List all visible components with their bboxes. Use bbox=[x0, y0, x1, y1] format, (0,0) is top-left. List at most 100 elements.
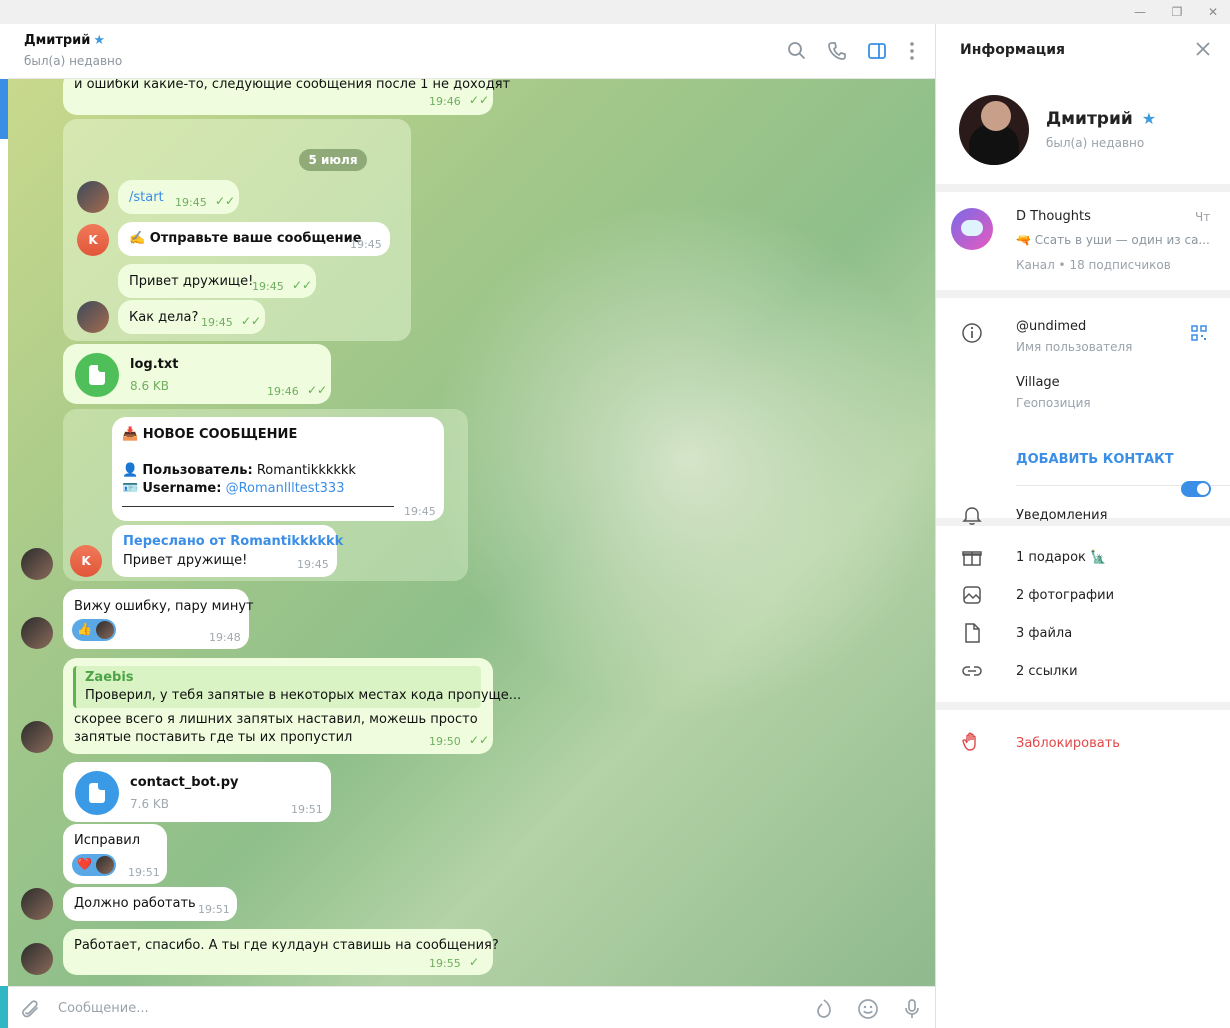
premium-star-icon: ★ bbox=[93, 33, 106, 48]
message-text: Привет дружище! bbox=[129, 274, 254, 289]
block-button[interactable]: Заблокировать bbox=[1016, 736, 1120, 751]
close-icon[interactable] bbox=[1192, 38, 1214, 60]
gift-icon bbox=[962, 551, 982, 566]
message-outgoing[interactable]: и ошибки какие-то, следующие сообщения п… bbox=[63, 79, 510, 115]
forwarded-from[interactable]: Переслано от Romantikkkkkk bbox=[123, 534, 343, 549]
reaction-chip[interactable]: ❤️ bbox=[72, 854, 116, 876]
reply-quote[interactable]: Zaebis Проверил, у тебя запятые в некото… bbox=[73, 666, 521, 708]
avatar-dmitry[interactable] bbox=[21, 888, 53, 920]
emoji-icon[interactable] bbox=[856, 997, 880, 1021]
close-window-icon[interactable]: ✕ bbox=[1200, 3, 1226, 21]
message-text: Вижу ошибку, пару минут bbox=[74, 599, 254, 614]
channel-section[interactable]: D Thoughts Чт 🔫 Ссать в уши — один из са… bbox=[936, 192, 1230, 290]
sent-check-icon: ✓ bbox=[469, 955, 480, 969]
user-label: Пользователь: bbox=[142, 463, 253, 478]
message-outgoing[interactable]: /start 19:45 ✓✓ bbox=[118, 180, 239, 214]
search-icon[interactable] bbox=[784, 38, 810, 64]
file-message[interactable]: contact_bot.py 7.6 KB 19:51 bbox=[63, 762, 331, 822]
channel-subscribers: Канал • 18 подписчиков bbox=[1016, 258, 1171, 272]
wallpaper-glow bbox=[428, 199, 935, 719]
channel-avatar[interactable] bbox=[951, 208, 993, 250]
bell-icon bbox=[962, 507, 982, 525]
media-section: 1 подарок 🗽 2 фотографии 3 файла 2 ссылк… bbox=[936, 526, 1230, 702]
forwarded-message[interactable]: Переслано от Romantikkkkkk Привет дружищ… bbox=[112, 525, 343, 577]
media-links[interactable]: 2 ссылки bbox=[1016, 664, 1078, 679]
user-icon: 👤 bbox=[122, 463, 139, 478]
message-text: Привет дружище! bbox=[123, 553, 248, 568]
reply-message[interactable]: Zaebis Проверил, у тебя запятые в некото… bbox=[63, 658, 521, 754]
sidebar-toggle-icon[interactable] bbox=[864, 38, 890, 64]
username-link[interactable]: @Romanllltest333 bbox=[226, 481, 345, 496]
avatar-dmitry[interactable] bbox=[21, 548, 53, 580]
message-input[interactable]: Сообщение... bbox=[58, 1001, 149, 1016]
message-text-line1: скорее всего я лишних запятых наставил, … bbox=[74, 712, 478, 727]
profile-section: Информация Дмитрий ★ был(а) недавно bbox=[936, 24, 1230, 184]
reaction-chip[interactable]: 👍 bbox=[72, 619, 116, 641]
qr-code-icon[interactable] bbox=[1190, 324, 1208, 342]
message-text: Как дела? bbox=[129, 310, 199, 325]
statue-icon: 🗽 bbox=[1090, 550, 1107, 565]
media-photos[interactable]: 2 фотографии bbox=[1016, 588, 1114, 603]
message-outgoing[interactable]: Как дела? 19:45 ✓✓ bbox=[118, 300, 265, 334]
avatar-dmitry[interactable] bbox=[21, 943, 53, 975]
message-outgoing[interactable]: Привет дружище! 19:45 ✓✓ bbox=[118, 264, 316, 298]
message-incoming[interactable]: 📥 НОВОЕ СООБЩЕНИЕ 👤 Пользователь: Romant… bbox=[112, 417, 444, 521]
location-value: Village bbox=[1016, 375, 1060, 390]
username-link[interactable]: @undimed bbox=[1016, 319, 1086, 334]
avatar-bot[interactable]: K bbox=[77, 224, 109, 256]
message-incoming[interactable]: Должно работать 19:51 bbox=[63, 887, 237, 921]
chat-title[interactable]: Дмитрий ★ bbox=[24, 33, 105, 48]
avatar-dmitry[interactable] bbox=[77, 301, 109, 333]
message-text: Должно работать bbox=[74, 896, 196, 911]
message-incoming[interactable]: ✍️ Отправьте ваше сообщение 19:45 bbox=[118, 222, 390, 256]
message-time: 19:46 bbox=[267, 385, 299, 398]
file-icon[interactable] bbox=[75, 353, 119, 397]
notifications-toggle[interactable] bbox=[1181, 481, 1211, 497]
message-title: 📥 НОВОЕ СООБЩЕНИЕ bbox=[122, 427, 297, 442]
file-icon[interactable] bbox=[75, 771, 119, 815]
info-panel: Информация Дмитрий ★ был(а) недавно D Th… bbox=[935, 24, 1230, 1028]
profile-avatar[interactable] bbox=[959, 95, 1029, 165]
message-incoming[interactable]: Исправил ❤️ 19:51 bbox=[63, 824, 167, 884]
command-link[interactable]: /start bbox=[129, 190, 164, 205]
message-time: 19:51 bbox=[128, 866, 160, 879]
chat-area[interactable]: и ошибки какие-то, следующие сообщения п… bbox=[8, 79, 935, 986]
read-checks-icon: ✓✓ bbox=[469, 733, 490, 747]
file-message[interactable]: log.txt 8.6 KB 19:46 ✓✓ bbox=[63, 344, 331, 404]
channel-preview: 🔫 Ссать в уши — один из са... bbox=[1016, 233, 1210, 247]
read-checks-icon: ✓✓ bbox=[215, 194, 236, 208]
media-files[interactable]: 3 файла bbox=[1016, 626, 1072, 641]
reaction-avatar bbox=[96, 621, 114, 639]
file-size: 7.6 KB bbox=[130, 797, 169, 811]
username-line: 🪪 Username: @Romanllltest333 bbox=[122, 481, 344, 496]
message-title-text: НОВОЕ СООБЩЕНИЕ bbox=[142, 427, 298, 442]
more-icon[interactable] bbox=[899, 38, 925, 64]
timer-icon[interactable] bbox=[812, 997, 836, 1021]
chat-title-text[interactable]: Дмитрий bbox=[24, 33, 90, 48]
microphone-icon[interactable] bbox=[900, 997, 924, 1021]
message-outgoing[interactable]: Работает, спасибо. А ты где кулдаун став… bbox=[63, 929, 499, 975]
restore-icon[interactable]: ❐ bbox=[1164, 3, 1190, 21]
message-time: 19:45 bbox=[297, 558, 329, 571]
phone-icon[interactable] bbox=[824, 38, 850, 64]
gifts-label: 1 подарок bbox=[1016, 550, 1086, 565]
read-checks-icon: ✓✓ bbox=[307, 383, 328, 397]
avatar-dmitry[interactable] bbox=[77, 181, 109, 213]
avatar-dmitry[interactable] bbox=[21, 721, 53, 753]
block-hand-icon bbox=[962, 732, 976, 751]
minimize-icon[interactable]: — bbox=[1127, 3, 1153, 21]
message-text: Исправил bbox=[74, 833, 141, 848]
file-name: log.txt bbox=[130, 357, 179, 372]
avatar-bot[interactable]: K bbox=[70, 545, 102, 577]
quote-author: Zaebis bbox=[85, 670, 134, 685]
message-incoming[interactable]: Вижу ошибку, пару минут 👍 19:48 bbox=[63, 589, 254, 649]
avatar-dmitry[interactable] bbox=[21, 617, 53, 649]
add-contact-button[interactable]: ДОБАВИТЬ КОНТАКТ bbox=[1016, 452, 1174, 467]
user-line: 👤 Пользователь: Romantikkkkkk bbox=[122, 463, 356, 478]
inbox-icon: 📥 bbox=[122, 427, 139, 442]
media-gifts[interactable]: 1 подарок 🗽 bbox=[1016, 550, 1106, 565]
reaction-avatar bbox=[96, 856, 114, 874]
attach-icon[interactable] bbox=[20, 997, 44, 1021]
file-size: 8.6 KB bbox=[130, 379, 169, 393]
add-contact-label: ДОБАВИТЬ КОНТАКТ bbox=[1016, 452, 1174, 467]
